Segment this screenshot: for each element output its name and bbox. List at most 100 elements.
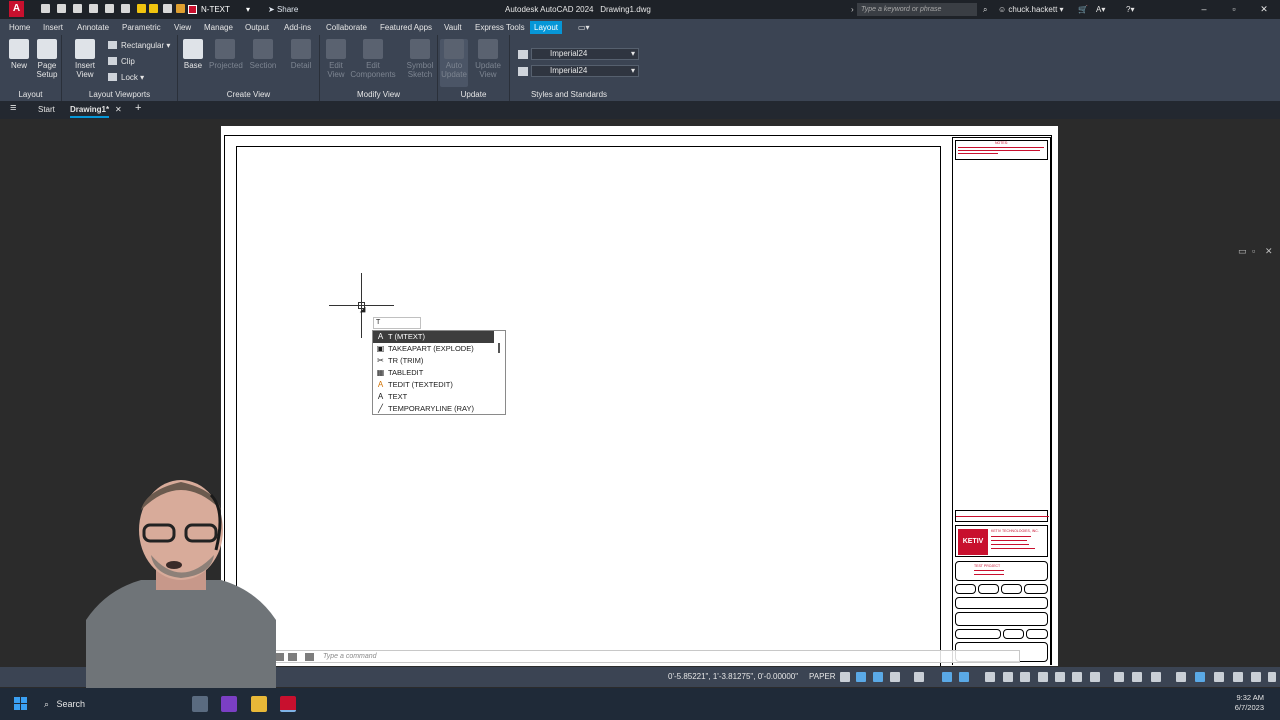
- close-icon[interactable]: ✕: [1259, 3, 1269, 16]
- detail-view-button[interactable]: Detail: [287, 39, 315, 87]
- edit-components-button[interactable]: Edit Components: [350, 39, 396, 87]
- task-view-icon[interactable]: [192, 696, 208, 712]
- base-view-button[interactable]: Base: [179, 39, 207, 87]
- snap-icon[interactable]: [856, 672, 866, 682]
- symbol-sketch-button[interactable]: Symbol Sketch: [404, 39, 436, 87]
- polar-icon[interactable]: [890, 672, 900, 682]
- system-clock[interactable]: 9:32 AM 6/7/2023: [1235, 693, 1264, 713]
- cloud-save-icon[interactable]: [105, 4, 114, 13]
- tab-drawing1[interactable]: Drawing1*: [70, 104, 110, 118]
- tab-home[interactable]: Home: [9, 22, 30, 33]
- plus-icon[interactable]: [1114, 672, 1124, 682]
- viewport-minimize-icon[interactable]: ▭: [1238, 246, 1247, 257]
- tab-featured-apps[interactable]: Featured Apps: [380, 22, 432, 33]
- clip-viewport-button[interactable]: Clip: [108, 56, 135, 67]
- save-icon[interactable]: [73, 4, 82, 13]
- gear-icon[interactable]: [1090, 672, 1100, 682]
- chevron-right-icon[interactable]: ›: [851, 3, 854, 16]
- autocomplete-item[interactable]: ▦ TABLEDIT: [373, 367, 494, 379]
- autocomplete-item[interactable]: A T (MTEXT): [373, 331, 494, 343]
- dynamic-input-field[interactable]: T: [373, 317, 421, 329]
- otrack-icon[interactable]: [959, 672, 969, 682]
- app-icon[interactable]: [221, 696, 237, 712]
- connect-icon[interactable]: A▾: [1096, 3, 1105, 16]
- insert-view-button[interactable]: Insert View: [66, 39, 104, 87]
- layer-bulb-icon[interactable]: [137, 4, 146, 13]
- tab-express-tools[interactable]: Express Tools: [475, 22, 525, 33]
- tab-start[interactable]: Start: [38, 104, 55, 116]
- section-view-button[interactable]: Section: [249, 39, 277, 87]
- autocad-taskbar-icon[interactable]: [280, 696, 296, 712]
- transparency-icon[interactable]: [1003, 672, 1013, 682]
- annotation-monitor-icon[interactable]: [1132, 672, 1142, 682]
- selection-cycling-icon[interactable]: [1020, 672, 1030, 682]
- workspace-dropdown[interactable]: N-TEXT ▾: [188, 3, 258, 16]
- ortho-icon[interactable]: [873, 672, 883, 682]
- auto-update-button[interactable]: Auto Update: [440, 39, 468, 87]
- menu-icon[interactable]: [1268, 672, 1276, 682]
- autocomplete-item[interactable]: A TEXT: [373, 391, 494, 403]
- dynamic-ucs-icon[interactable]: [1055, 672, 1065, 682]
- new-layout-button[interactable]: New: [5, 39, 33, 87]
- restore-icon[interactable]: ▫: [1229, 3, 1239, 16]
- autocomplete-item[interactable]: ╱ TEMPORARYLINE (RAY): [373, 403, 494, 415]
- share-button[interactable]: ➤ Share: [268, 3, 298, 16]
- tab-vault[interactable]: Vault: [444, 22, 462, 33]
- tab-manage[interactable]: Manage: [204, 22, 233, 33]
- autocad-logo-icon[interactable]: A: [9, 1, 24, 17]
- user-account[interactable]: ☺ chuck.hackett ▾: [998, 3, 1064, 16]
- tab-insert[interactable]: Insert: [43, 22, 63, 33]
- tab-view[interactable]: View: [174, 22, 191, 33]
- edit-view-button[interactable]: Edit View: [322, 39, 350, 87]
- isodraft-icon[interactable]: [914, 672, 924, 682]
- autocomplete-item[interactable]: A TEDIT (TEXTEDIT): [373, 379, 494, 391]
- rectangular-viewport-button[interactable]: Rectangular ▾: [108, 40, 170, 51]
- cart-icon[interactable]: 🛒: [1078, 3, 1088, 16]
- file-explorer-icon[interactable]: [251, 696, 267, 712]
- save-as-icon[interactable]: [89, 4, 98, 13]
- tab-addins[interactable]: Add-ins: [284, 22, 311, 33]
- ribbon-toggle-icon[interactable]: ▭▾: [578, 22, 590, 33]
- autocomplete-item[interactable]: ▣ TAKEAPART (EXPLODE): [373, 343, 494, 355]
- tab-annotate[interactable]: Annotate: [77, 22, 109, 33]
- command-line[interactable]: Type a command: [270, 650, 1020, 663]
- snowflake-icon[interactable]: [163, 4, 172, 13]
- tab-collaborate[interactable]: Collaborate: [326, 22, 367, 33]
- open-file-icon[interactable]: [57, 4, 66, 13]
- help-icon[interactable]: ?▾: [1126, 3, 1134, 16]
- help-search-input[interactable]: Type a keyword or phrase: [857, 3, 977, 16]
- taskbar-search[interactable]: ⌕ Search: [44, 697, 85, 711]
- tab-output[interactable]: Output: [245, 22, 269, 33]
- minimize-icon[interactable]: –: [1199, 3, 1209, 16]
- hamburger-menu-icon[interactable]: ≡: [10, 102, 16, 114]
- 3d-osnap-icon[interactable]: [1038, 672, 1048, 682]
- close-tab-icon[interactable]: ✕: [115, 104, 122, 116]
- quick-properties-icon[interactable]: [1176, 672, 1186, 682]
- projected-view-button[interactable]: Projected: [209, 39, 243, 87]
- lock-icon[interactable]: [176, 4, 185, 13]
- page-setup-button[interactable]: Page Setup: [33, 39, 61, 87]
- autocomplete-scrollbar[interactable]: [498, 343, 500, 353]
- viewport-close-icon[interactable]: ✕: [1265, 246, 1273, 257]
- sun-icon[interactable]: [149, 4, 158, 13]
- update-view-button[interactable]: Update View: [474, 39, 502, 87]
- section-style-dropdown[interactable]: Imperial24 ▾: [518, 65, 639, 77]
- osnap-icon[interactable]: [942, 672, 952, 682]
- hardware-acceleration-icon[interactable]: [1195, 672, 1205, 682]
- clean-screen-icon[interactable]: [1233, 672, 1243, 682]
- grid-icon[interactable]: [840, 672, 850, 682]
- tab-parametric[interactable]: Parametric: [122, 22, 161, 33]
- lineweight-icon[interactable]: [985, 672, 995, 682]
- view-style-dropdown[interactable]: Imperial24 ▾: [518, 48, 639, 60]
- tab-layout[interactable]: Layout: [530, 21, 563, 34]
- paper-space-toggle[interactable]: PAPER: [809, 672, 836, 682]
- new-tab-icon[interactable]: +: [135, 102, 141, 114]
- viewport-restore-icon[interactable]: ▫: [1252, 246, 1255, 256]
- units-icon[interactable]: [1151, 672, 1161, 682]
- new-file-icon[interactable]: [41, 4, 50, 13]
- customization-icon[interactable]: [1251, 672, 1261, 682]
- plot-icon[interactable]: [121, 4, 130, 13]
- windows-start-icon[interactable]: [14, 697, 28, 711]
- command-input[interactable]: Type a command: [323, 651, 377, 663]
- wrench-icon[interactable]: [288, 653, 297, 661]
